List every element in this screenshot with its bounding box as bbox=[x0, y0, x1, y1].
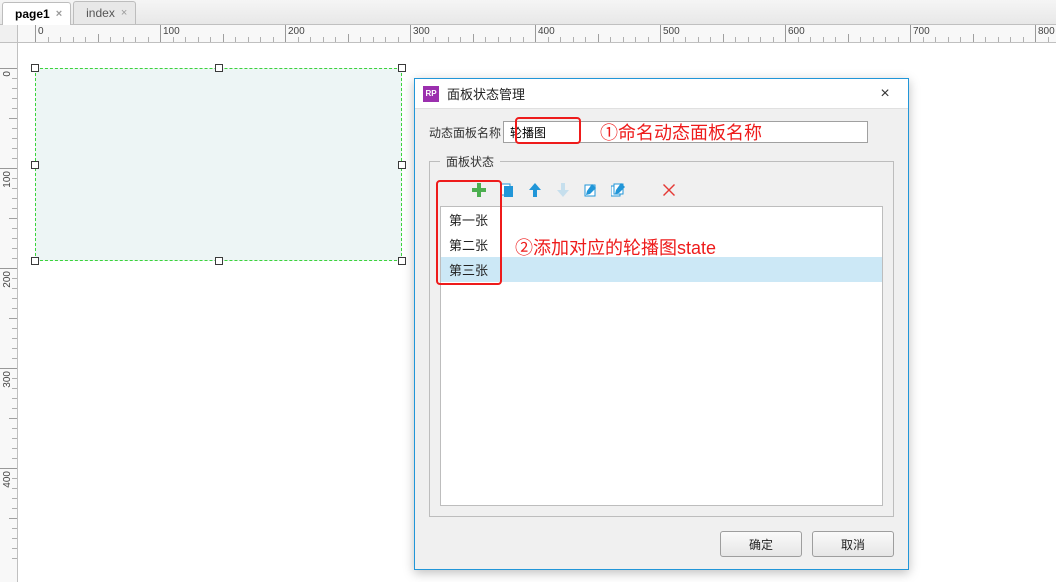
dialog-titlebar[interactable]: RP 面板状态管理 × bbox=[415, 79, 908, 109]
resize-handle-n[interactable] bbox=[215, 64, 223, 72]
resize-handle-s[interactable] bbox=[215, 257, 223, 265]
workspace: 0100200300400500600700800 0100200300400 … bbox=[0, 25, 1056, 582]
dialog-body: 动态面板名称 面板状态 bbox=[415, 109, 908, 523]
app-icon: RP bbox=[423, 86, 439, 102]
ruler-corner bbox=[0, 25, 18, 43]
close-icon[interactable]: × bbox=[56, 8, 62, 20]
state-item-label: 第二张 bbox=[449, 235, 488, 254]
tab-page1[interactable]: page1 × bbox=[2, 2, 71, 25]
tab-label: page1 bbox=[15, 7, 50, 21]
resize-handle-e[interactable] bbox=[398, 161, 406, 169]
dialog-title: 面板状态管理 bbox=[447, 84, 868, 103]
close-icon[interactable]: × bbox=[121, 7, 127, 19]
document-tabs-bar: page1 × index × bbox=[0, 0, 1056, 25]
state-item[interactable]: 第二张 bbox=[441, 232, 882, 257]
resize-handle-sw[interactable] bbox=[31, 257, 39, 265]
states-list[interactable]: 第一张 第二张 第三张 bbox=[440, 206, 883, 506]
dynamic-panel-widget[interactable] bbox=[35, 68, 402, 261]
edit-all-icon[interactable] bbox=[610, 181, 628, 199]
panel-name-label: 动态面板名称 bbox=[429, 124, 501, 141]
horizontal-ruler: 0100200300400500600700800 bbox=[18, 25, 1056, 43]
panel-state-manager-dialog: RP 面板状态管理 × 动态面板名称 面板状态 bbox=[414, 78, 909, 570]
delete-icon[interactable] bbox=[660, 181, 678, 199]
state-item-label: 第三张 bbox=[449, 260, 488, 279]
move-up-icon[interactable] bbox=[526, 181, 544, 199]
tab-label: index bbox=[86, 6, 115, 20]
tab-index[interactable]: index × bbox=[73, 1, 136, 24]
duplicate-icon[interactable] bbox=[498, 181, 516, 199]
state-item[interactable]: 第一张 bbox=[441, 207, 882, 232]
add-icon[interactable] bbox=[470, 181, 488, 199]
resize-handle-se[interactable] bbox=[398, 257, 406, 265]
resize-handle-w[interactable] bbox=[31, 161, 39, 169]
panel-name-input[interactable] bbox=[503, 121, 868, 143]
edit-state-icon[interactable] bbox=[582, 181, 600, 199]
design-canvas[interactable]: RP 面板状态管理 × 动态面板名称 面板状态 bbox=[18, 43, 1056, 582]
states-fieldset: 面板状态 bbox=[429, 153, 894, 517]
move-down-icon bbox=[554, 181, 572, 199]
states-toolbar bbox=[440, 180, 883, 206]
vertical-ruler: 0100200300400 bbox=[0, 43, 18, 582]
resize-handle-ne[interactable] bbox=[398, 64, 406, 72]
resize-handle-nw[interactable] bbox=[31, 64, 39, 72]
state-item-label: 第一张 bbox=[449, 210, 488, 229]
close-icon[interactable]: × bbox=[868, 83, 902, 105]
states-legend: 面板状态 bbox=[440, 153, 500, 170]
state-item[interactable]: 第三张 bbox=[441, 257, 882, 282]
ok-button[interactable]: 确定 bbox=[720, 531, 802, 557]
cancel-button[interactable]: 取消 bbox=[812, 531, 894, 557]
